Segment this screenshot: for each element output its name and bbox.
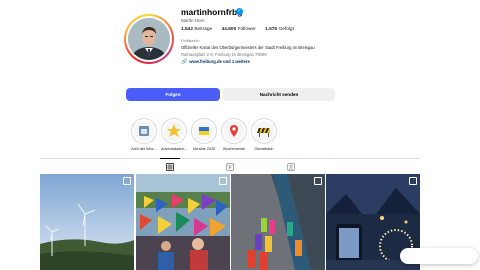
construction-barrier-icon (257, 128, 270, 137)
ukraine-flag-icon (199, 127, 209, 135)
verified-badge-icon: ✓ (236, 8, 243, 15)
post-rubber-boots-bach[interactable] (231, 174, 325, 270)
calendar-icon (139, 126, 149, 136)
star-burst-icon (167, 124, 181, 137)
post-wind-turbines[interactable] (40, 174, 134, 270)
post-flags-crowd[interactable] (136, 174, 230, 270)
send-message-button[interactable]: Nachricht senden (223, 88, 335, 101)
post-image (40, 174, 134, 270)
tabs-divider (40, 158, 420, 159)
avatar-portrait (128, 18, 170, 60)
following-stat[interactable]: 1.575 Gefolgt (265, 27, 298, 32)
profile-link[interactable]: 🔗 www.freiburg.de und 1 weitere (181, 59, 250, 65)
highlight-label: Ukraine 2025 (192, 147, 216, 151)
highlight-label: Wochenende (222, 147, 246, 151)
highlight-label: Dienstbach (254, 147, 274, 151)
reels-icon (226, 163, 234, 171)
grid-icon (166, 163, 174, 171)
post-image (231, 174, 325, 270)
followers-stat[interactable]: 44.600 Follower (222, 27, 260, 32)
location-pin-icon (230, 125, 238, 137)
avatar (128, 18, 170, 60)
profile-category: Politiker/in (181, 38, 200, 43)
multi-image-icon (409, 177, 417, 185)
link-icon: 🔗 (181, 59, 188, 65)
highlight-label: Zahl der Woc... (131, 147, 157, 151)
multi-image-icon (123, 177, 131, 185)
tab-tagged[interactable] (287, 163, 295, 173)
highlight-ukraine[interactable]: Ukraine 2025 (189, 118, 219, 151)
post-image (136, 174, 230, 270)
active-tab-indicator (160, 158, 180, 159)
tab-posts[interactable] (166, 163, 174, 173)
profile-avatar-ring[interactable] (124, 14, 174, 64)
profile-address[interactable]: Rathausplatz 2-4, Freiburg im Breisgau 7… (181, 52, 267, 57)
profile-bio: Offizieller Kanal des Oberbürgermeisters… (181, 45, 315, 50)
highlight-wochenende[interactable]: Wochenende (219, 118, 249, 151)
follow-button[interactable]: Folgen (126, 88, 220, 101)
profile-stats: 1.542 Beiträge 44.600 Follower 1.575 Gef… (181, 27, 302, 32)
highlight-dienstbach[interactable]: Dienstbach (249, 118, 279, 151)
multi-image-icon (219, 177, 227, 185)
highlight-label: Adventskalen... (161, 147, 187, 151)
profile-username: martinhornfrbg (181, 7, 243, 17)
highlight-zahl-der-woche[interactable]: Zahl der Woc... (129, 118, 159, 151)
tab-reels[interactable] (226, 163, 234, 173)
profile-full-name: Martin Horn (181, 18, 205, 23)
posts-stat: 1.542 Beiträge (181, 27, 213, 32)
multi-image-icon (314, 177, 322, 185)
tagged-icon (287, 163, 295, 171)
highlight-adventskalender[interactable]: Adventskalen... (159, 118, 189, 151)
messages-floating-button[interactable] (400, 248, 478, 264)
